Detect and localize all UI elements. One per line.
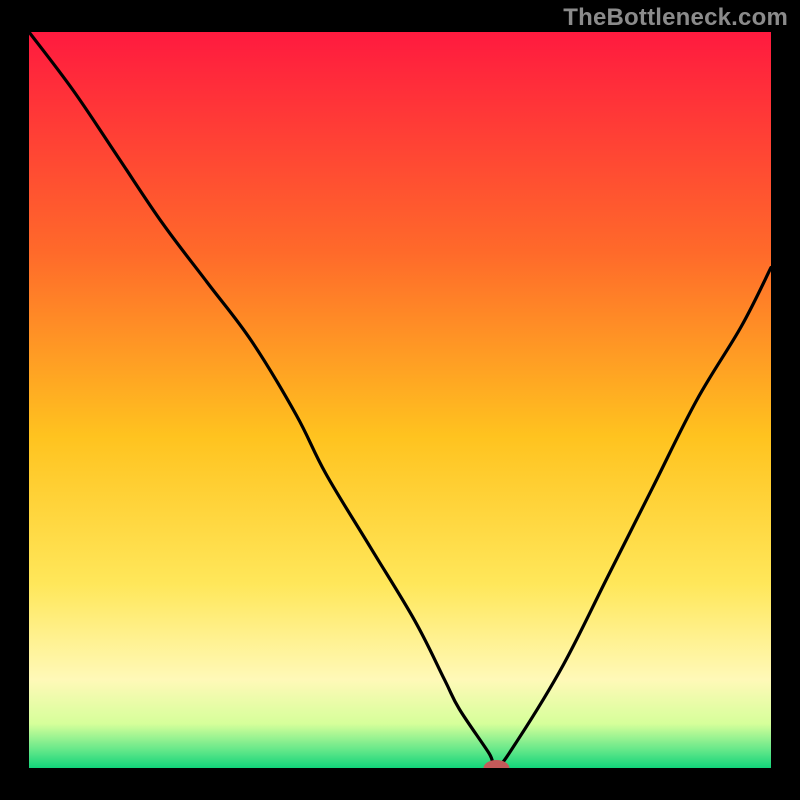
minimum-marker xyxy=(483,760,509,776)
plot-background xyxy=(29,32,771,768)
watermark-text: TheBottleneck.com xyxy=(563,4,788,32)
chart-frame: { "watermark": "TheBottleneck.com", "cha… xyxy=(0,0,800,800)
bottleneck-chart xyxy=(0,0,800,800)
